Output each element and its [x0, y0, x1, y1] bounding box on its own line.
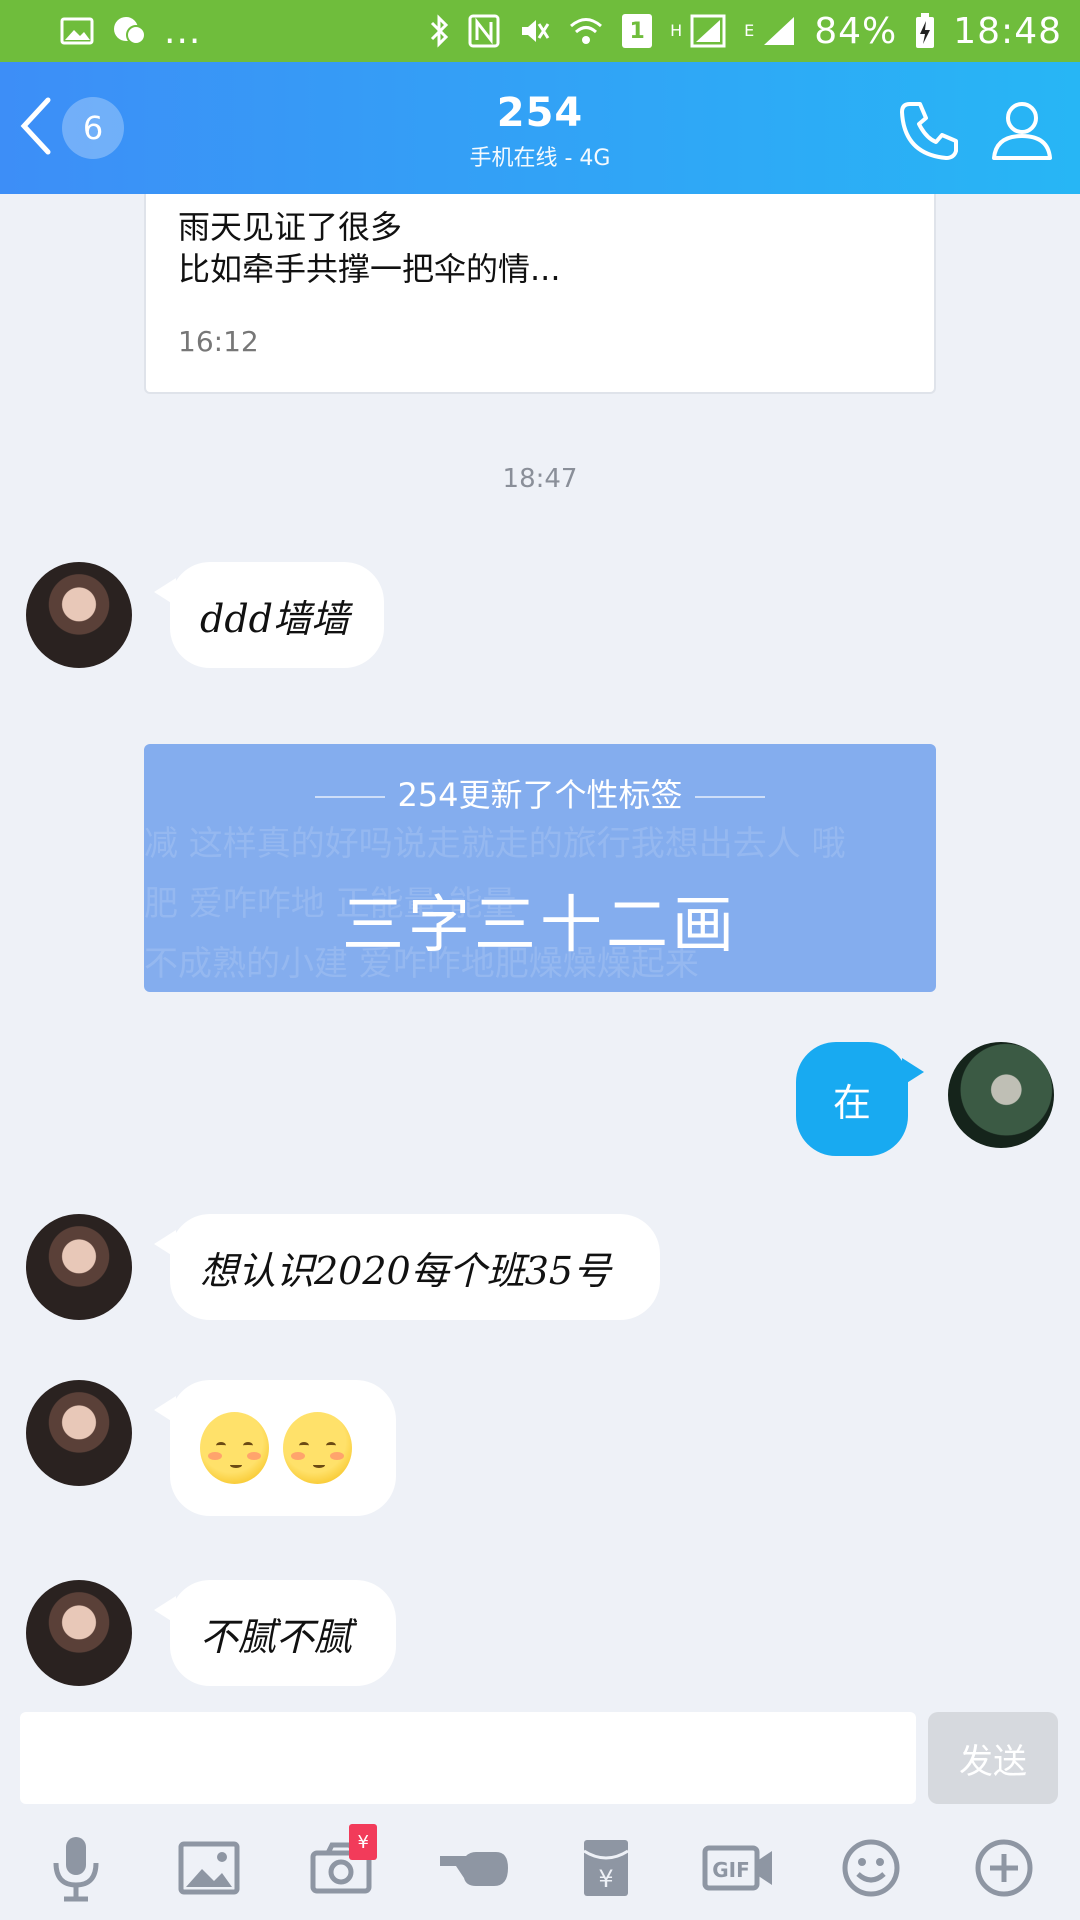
voice-button[interactable] — [28, 1820, 124, 1916]
message-list[interactable]: 雨天见证了很多 比如牵手共撑一把伞的情... 16:12 18:47 ddd墙墙… — [0, 194, 1080, 1706]
gallery-button[interactable] — [161, 1820, 257, 1916]
time-separator: 18:47 — [502, 464, 578, 494]
bubble-tail — [154, 578, 176, 606]
chat-header: 6 254 手机在线 - 4G — [0, 62, 1080, 194]
sim-label: 1 — [629, 18, 645, 44]
status-bar: ... 1 H E 84% 18:48 — [0, 0, 1080, 62]
gif-label: GIF — [712, 1858, 750, 1882]
message-text: 不腻不腻 — [200, 1614, 353, 1659]
signal-e-label: E — [744, 20, 755, 40]
divider — [315, 796, 386, 798]
gif-icon: GIF — [702, 1845, 772, 1891]
shared-article-card[interactable]: 雨天见证了很多 比如牵手共撑一把伞的情... 16:12 — [144, 194, 936, 394]
poke-button[interactable] — [426, 1820, 522, 1916]
image-icon — [178, 1841, 240, 1895]
camera-button[interactable]: ¥ — [293, 1820, 389, 1916]
image-icon — [60, 16, 94, 46]
divider — [694, 796, 765, 798]
signature-title-text: 254更新了个性标签 — [397, 776, 683, 814]
phone-icon — [900, 102, 958, 160]
nfc-icon — [468, 14, 500, 48]
emoji-icon — [842, 1839, 900, 1897]
red-packet-badge: ¥ — [349, 1824, 378, 1860]
red-packet-icon: ¥ — [583, 1840, 630, 1896]
phone-call-button[interactable] — [896, 98, 962, 168]
signature-tag: 三字三十二画 — [341, 888, 738, 961]
bubble-tail — [154, 1230, 176, 1258]
gif-button[interactable]: GIF — [691, 1820, 787, 1916]
poke-icon — [439, 1852, 508, 1886]
send-button[interactable]: 发送 — [928, 1712, 1058, 1804]
signal-h-label: H — [670, 20, 683, 40]
message-bubble[interactable]: 不腻不腻 — [154, 1580, 396, 1686]
input-row: 发送 — [0, 1706, 1080, 1816]
card-time: 16:12 — [178, 325, 259, 358]
card-text-line-1: 雨天见证了很多 — [178, 208, 403, 246]
more-button[interactable] — [956, 1820, 1052, 1916]
emoji-message-bubble[interactable] — [154, 1380, 396, 1516]
mute-icon — [518, 15, 550, 47]
sig-bg-line-1: 减 这样真的好吗说走就走的旅行我想出去人 哦 — [144, 824, 846, 864]
message-bubble[interactable]: 想认识2020每个班35号 — [154, 1214, 660, 1320]
status-more: ... — [164, 10, 202, 52]
person-icon — [992, 102, 1052, 160]
wifi-icon — [568, 15, 604, 47]
bubble-tail — [154, 1596, 176, 1624]
yuan-symbol: ¥ — [599, 1865, 614, 1893]
message-text: ddd墙墙 — [200, 596, 349, 641]
bubble-tail — [154, 1396, 176, 1424]
input-toolbar: ¥ ¥ GIF — [0, 1816, 1080, 1920]
red-packet-button[interactable]: ¥ — [558, 1820, 654, 1916]
emoji-button[interactable] — [823, 1820, 919, 1916]
battery-icon — [915, 13, 935, 49]
message-input[interactable] — [20, 1712, 916, 1804]
message-text: 在 — [832, 1080, 871, 1125]
avatar[interactable] — [26, 562, 132, 668]
status-time: 18:48 — [953, 10, 1062, 52]
plus-icon — [975, 1839, 1033, 1897]
shy-emoji-icon — [283, 1412, 352, 1484]
avatar[interactable] — [26, 1214, 132, 1320]
profile-button[interactable] — [990, 98, 1054, 166]
avatar[interactable] — [26, 1380, 132, 1486]
signal-h-icon — [690, 14, 726, 48]
status-left: ... — [60, 11, 201, 52]
status-right: 1 H E 84% 18:48 — [428, 11, 1062, 52]
shy-emoji-icon — [200, 1412, 269, 1484]
my-avatar[interactable] — [948, 1042, 1054, 1148]
battery-percent: 84% — [814, 10, 898, 52]
avatar[interactable] — [26, 1580, 132, 1686]
bluetooth-icon — [428, 14, 450, 48]
sim-1-icon: 1 — [622, 14, 653, 48]
my-message-bubble[interactable]: 在 — [796, 1042, 924, 1156]
bubble-tail — [902, 1058, 924, 1086]
card-text-line-2: 比如牵手共撑一把伞的情... — [178, 250, 561, 288]
message-text: 想认识2020每个班35号 — [200, 1248, 612, 1293]
wechat-icon — [112, 15, 146, 47]
message-bubble[interactable]: ddd墙墙 — [154, 562, 384, 668]
signature-update-card[interactable]: 减 这样真的好吗说走就走的旅行我想出去人 哦 肥 爱咋咋地 正能量 能量 不成熟… — [144, 744, 936, 992]
signature-title: 254更新了个性标签 — [144, 770, 936, 816]
mic-icon — [53, 1837, 99, 1902]
signal-e-icon — [762, 15, 796, 47]
